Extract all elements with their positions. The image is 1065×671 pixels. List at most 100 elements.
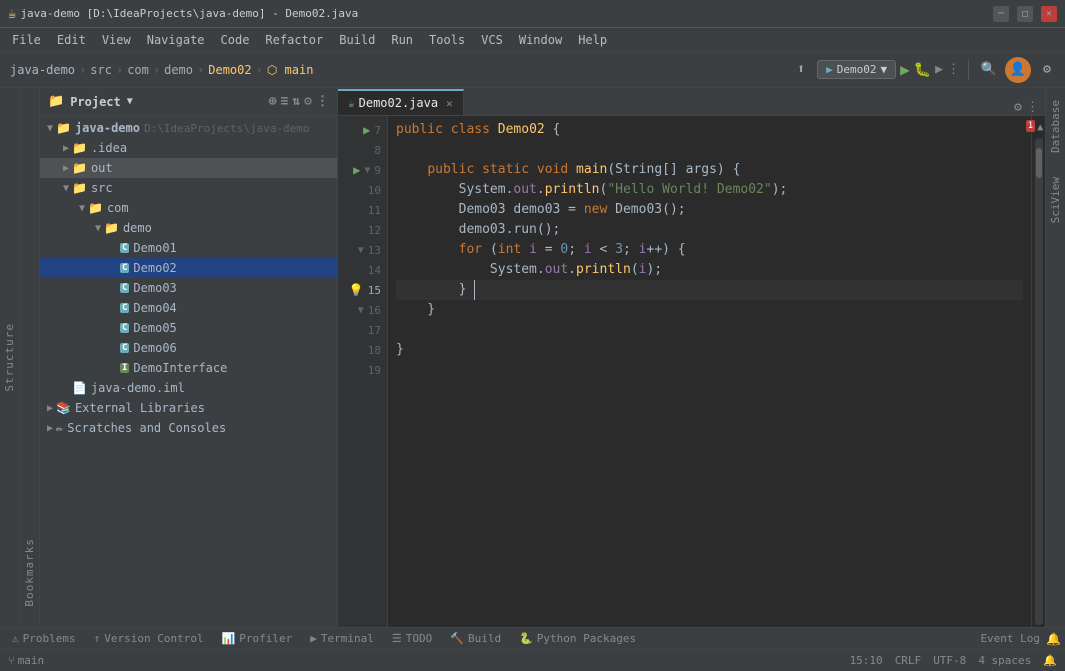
breadcrumb-class[interactable]: Demo02	[208, 63, 251, 77]
bottom-panel: ⚠ Problems ↑ Version Control 📊 Profiler …	[0, 627, 1065, 649]
idea-folder-icon: 📁	[72, 141, 87, 155]
project-title: Project	[70, 95, 121, 109]
tree-item-demo02[interactable]: C Demo02	[40, 258, 337, 278]
menu-item-vcs[interactable]: VCS	[473, 28, 511, 52]
python-packages-tab[interactable]: 🐍 Python Packages	[511, 628, 644, 650]
project-panel: 📁 Project ▼ ⊕ ≡ ⇅ ⚙ ⋮ ▼ 📁 java-demo D:\I…	[40, 88, 338, 627]
problems-tab[interactable]: ⚠ Problems	[4, 628, 84, 650]
project-dropdown-arrow[interactable]: ▼	[127, 96, 133, 107]
breadcrumb-src[interactable]: src	[90, 63, 112, 77]
settings-button[interactable]: ⚙	[1035, 58, 1059, 82]
version-control-tab[interactable]: ↑ Version Control	[86, 628, 212, 650]
fold-icon-9[interactable]: ▼	[364, 165, 370, 176]
database-panel-tab[interactable]: Database	[1047, 92, 1064, 161]
event-log-link[interactable]: Event Log	[980, 632, 1040, 645]
build-tab[interactable]: 🔨 Build	[442, 628, 509, 650]
breadcrumb-demo[interactable]: demo	[164, 63, 193, 77]
profiler-tab[interactable]: 📊 Profiler	[214, 628, 301, 650]
menu-item-run[interactable]: Run	[383, 28, 421, 52]
maximize-button[interactable]: □	[1017, 6, 1033, 22]
tree-item-com[interactable]: ▼ 📁 com	[40, 198, 337, 218]
tab-demo02[interactable]: ☕ Demo02.java ✕	[338, 89, 464, 115]
vcs-branch-icon: ⑂	[8, 654, 15, 667]
tree-item-demo[interactable]: ▼ 📁 demo	[40, 218, 337, 238]
todo-tab[interactable]: ☰ TODO	[384, 628, 440, 650]
tab-settings-icon[interactable]: ⚙	[1014, 100, 1022, 115]
vcs-icon[interactable]: ⬆	[789, 58, 813, 82]
tree-item-root[interactable]: ▼ 📁 java-demo D:\IdeaProjects\java-demo	[40, 118, 337, 138]
class-icon: C	[120, 243, 129, 253]
editor-scrollbar[interactable]: 1 ▲ ▼	[1031, 116, 1045, 627]
user-avatar[interactable]: 👤	[1005, 57, 1031, 83]
breadcrumb-project[interactable]: java-demo	[10, 63, 75, 77]
code-editor[interactable]: ▶ 7 8 ▶ ▼ 9 10 11	[338, 116, 1045, 627]
run-arrow-7[interactable]: ▶	[363, 123, 370, 137]
code-line-10: System.out.println("Hello World! Demo02"…	[396, 180, 1023, 200]
search-button[interactable]: 🔍	[977, 58, 1001, 82]
breadcrumb-method[interactable]: ⬡ main	[267, 63, 314, 77]
tree-item-src[interactable]: ▼ 📁 src	[40, 178, 337, 198]
run-arrow-9[interactable]: ▶	[353, 163, 360, 177]
coverage-button[interactable]: ▶	[935, 62, 943, 77]
tree-item-demo-interface[interactable]: I DemoInterface	[40, 358, 337, 378]
more-run-options[interactable]: ⋮	[947, 62, 960, 77]
tab-close-button[interactable]: ✕	[446, 97, 453, 110]
tree-item-demo06[interactable]: C Demo06	[40, 338, 337, 358]
structure-tab[interactable]: Structure	[3, 323, 16, 392]
indent-setting[interactable]: 4 spaces	[978, 654, 1031, 667]
gutter-line-11: 11	[338, 200, 387, 220]
dropdown-arrow-icon: ▼	[880, 63, 887, 76]
collapse-all-icon[interactable]: ≡	[281, 94, 289, 109]
class-icon-demo06: C	[120, 343, 129, 353]
menu-item-build[interactable]: Build	[331, 28, 383, 52]
gutter-line-9: ▶ ▼ 9	[338, 160, 387, 180]
lightbulb-icon-15[interactable]: 💡	[349, 283, 364, 297]
fold-icon-16[interactable]: ▼	[358, 305, 364, 316]
bookmarks-tab[interactable]: Bookmarks	[23, 538, 36, 607]
cursor-position[interactable]: 15:10	[850, 654, 883, 667]
tree-item-iml[interactable]: 📄 java-demo.iml	[40, 378, 337, 398]
tree-item-scratches[interactable]: ▶ ✏ Scratches and Consoles	[40, 418, 337, 438]
menu-item-help[interactable]: Help	[570, 28, 615, 52]
menu-item-tools[interactable]: Tools	[421, 28, 473, 52]
run-config-selector[interactable]: ▶ Demo02 ▼	[817, 60, 896, 79]
project-settings-icon[interactable]: ⚙	[304, 94, 312, 109]
tree-item-demo01[interactable]: C Demo01	[40, 238, 337, 258]
run-button[interactable]: ▶	[900, 60, 910, 79]
tree-item-idea[interactable]: ▶ 📁 .idea	[40, 138, 337, 158]
code-text-area[interactable]: public class Demo02 { public static void…	[388, 116, 1031, 627]
tree-item-demo05[interactable]: C Demo05	[40, 318, 337, 338]
menu-item-refactor[interactable]: Refactor	[257, 28, 331, 52]
tree-item-out[interactable]: ▶ 📁 out	[40, 158, 337, 178]
tree-item-demo03[interactable]: C Demo03	[40, 278, 337, 298]
line-ending[interactable]: CRLF	[895, 654, 922, 667]
notification-bell-icon[interactable]: 🔔	[1043, 654, 1057, 667]
close-button[interactable]: ✕	[1041, 6, 1057, 22]
chevron-up-icon[interactable]: ▲	[1037, 122, 1043, 133]
minimize-button[interactable]: ─	[993, 6, 1009, 22]
project-more-icon[interactable]: ⋮	[316, 94, 329, 109]
menu-item-window[interactable]: Window	[511, 28, 570, 52]
terminal-tab[interactable]: ▶ Terminal	[302, 628, 382, 650]
right-panel-strip: Database SciView	[1045, 88, 1065, 627]
fold-icon-13[interactable]: ▼	[358, 245, 364, 256]
sciview-panel-tab[interactable]: SciView	[1047, 169, 1064, 231]
breadcrumb-com[interactable]: com	[127, 63, 149, 77]
tree-item-demo04[interactable]: C Demo04	[40, 298, 337, 318]
tab-more-icon[interactable]: ⋮	[1026, 100, 1039, 115]
debug-button[interactable]: 🐛	[914, 62, 931, 78]
notification-icon[interactable]: 🔔	[1046, 632, 1061, 646]
menu-item-navigate[interactable]: Navigate	[139, 28, 213, 52]
tree-item-external-libs[interactable]: ▶ 📚 External Libraries	[40, 398, 337, 418]
scrollbar-thumb[interactable]	[1036, 148, 1042, 178]
sort-icon[interactable]: ⇅	[292, 94, 300, 109]
menu-item-file[interactable]: File	[4, 28, 49, 52]
menu-item-view[interactable]: View	[94, 28, 139, 52]
status-vcs[interactable]: ⑂ main	[8, 654, 44, 667]
encoding[interactable]: UTF-8	[933, 654, 966, 667]
menu-item-code[interactable]: Code	[213, 28, 258, 52]
menu-item-edit[interactable]: Edit	[49, 28, 94, 52]
vertical-scrollbar[interactable]	[1035, 138, 1043, 625]
locate-icon[interactable]: ⊕	[269, 94, 277, 109]
class-icon-demo05: C	[120, 323, 129, 333]
